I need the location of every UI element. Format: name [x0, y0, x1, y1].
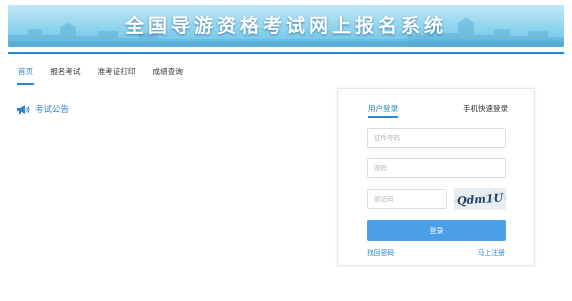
- login-button[interactable]: 登录: [367, 220, 506, 241]
- nav-item-admission-ticket[interactable]: 准考证打印: [98, 66, 136, 84]
- login-tabs: 用户登录 手机快速登录: [367, 103, 508, 119]
- main-nav: 首页 报名考试 准考证打印 成绩查询: [16, 66, 200, 88]
- login-panel: 用户登录 手机快速登录 Qdm1U 登录 找回密码 马上注册: [337, 88, 535, 266]
- password-input[interactable]: [367, 158, 506, 178]
- exam-notice-link[interactable]: 考试公告: [16, 103, 69, 115]
- header-banner: 全国导游资格考试网上报名系统: [8, 5, 564, 47]
- register-link[interactable]: 马上注册: [478, 247, 505, 257]
- nav-item-exam-registration[interactable]: 报名考试: [50, 66, 80, 84]
- tab-phone-login[interactable]: 手机快速登录: [463, 103, 508, 114]
- megaphone-icon: [17, 104, 30, 114]
- header-divider: [8, 52, 564, 54]
- nav-item-score-query[interactable]: 成绩查询: [153, 66, 183, 84]
- forgot-password-link[interactable]: 找回密码: [367, 247, 394, 257]
- tab-user-login[interactable]: 用户登录: [368, 103, 398, 118]
- notice-label: 考试公告: [35, 105, 70, 115]
- id-number-input[interactable]: [367, 128, 506, 148]
- page-title: 全国导游资格考试网上报名系统: [124, 15, 447, 37]
- captcha-input[interactable]: [367, 189, 447, 209]
- captcha-image[interactable]: Qdm1U: [454, 188, 506, 210]
- nav-item-home[interactable]: 首页: [16, 66, 35, 85]
